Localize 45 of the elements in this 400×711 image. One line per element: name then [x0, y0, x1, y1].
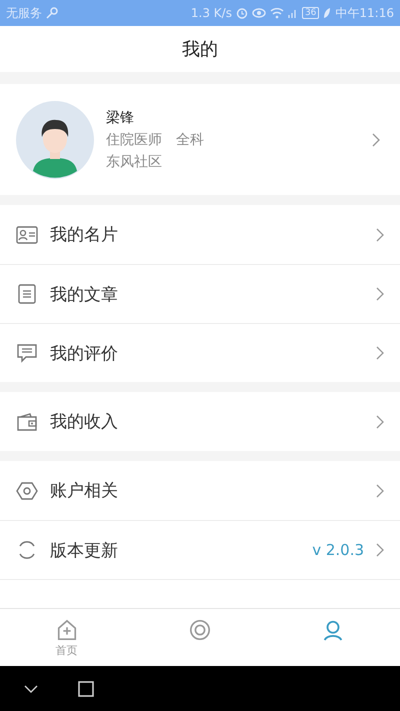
carrier-text: 无服务	[6, 4, 42, 22]
menu-item[interactable]	[0, 579, 400, 608]
chevron-right-icon	[376, 414, 384, 428]
chevron-right-icon	[376, 484, 384, 498]
eye-icon	[252, 7, 266, 19]
page-title: 我的	[0, 26, 400, 72]
department: 全科	[176, 130, 204, 148]
chevron-right-icon	[376, 228, 384, 242]
network-speed: 1.3 K/s	[190, 6, 232, 20]
menu-item[interactable]: 我的文章	[0, 264, 400, 323]
battery-level: 36	[302, 7, 320, 19]
menu-label: 版本更新	[50, 540, 119, 562]
contact-card-icon	[16, 224, 38, 244]
menu-label: 我的文章	[50, 284, 119, 306]
community-name: 东风社区	[106, 152, 163, 170]
menu-item[interactable]: 我的名片	[0, 205, 400, 264]
chevron-right-icon	[376, 287, 384, 301]
wifi-icon	[270, 7, 284, 19]
signal-icon	[288, 7, 298, 19]
person-icon	[322, 619, 344, 641]
document-icon	[16, 284, 38, 304]
chevron-down-icon[interactable]	[24, 685, 38, 693]
menu-label: 账户相关	[50, 480, 119, 502]
doctor-title: 住院医师	[106, 130, 162, 148]
menu-label: 我的收入	[50, 411, 119, 433]
alarm-icon	[236, 7, 248, 19]
version-number: v 2.0.3	[312, 541, 364, 559]
gear-icon	[16, 480, 38, 500]
clock: 中午11:16	[335, 4, 394, 22]
chevron-right-icon	[376, 346, 384, 360]
menu-label: 我的评价	[50, 342, 119, 364]
chevron-right-icon	[372, 132, 380, 146]
menu-item[interactable]: 我的评价	[0, 323, 400, 382]
wallet-icon	[16, 412, 38, 432]
comment-icon	[16, 343, 38, 363]
menu-label: 我的名片	[50, 224, 119, 246]
home-icon	[56, 619, 78, 641]
profile-card[interactable]: 梁锋 住院医师 全科 东风社区	[0, 84, 400, 195]
leaf-icon	[323, 7, 332, 19]
square-icon[interactable]	[78, 681, 94, 697]
menu-item[interactable]: 我的收入	[0, 392, 400, 451]
menu-item[interactable]: 账户相关	[0, 461, 400, 520]
chevron-right-icon	[376, 543, 384, 557]
doctor-name: 梁锋	[106, 108, 135, 126]
target-icon	[188, 619, 211, 641]
